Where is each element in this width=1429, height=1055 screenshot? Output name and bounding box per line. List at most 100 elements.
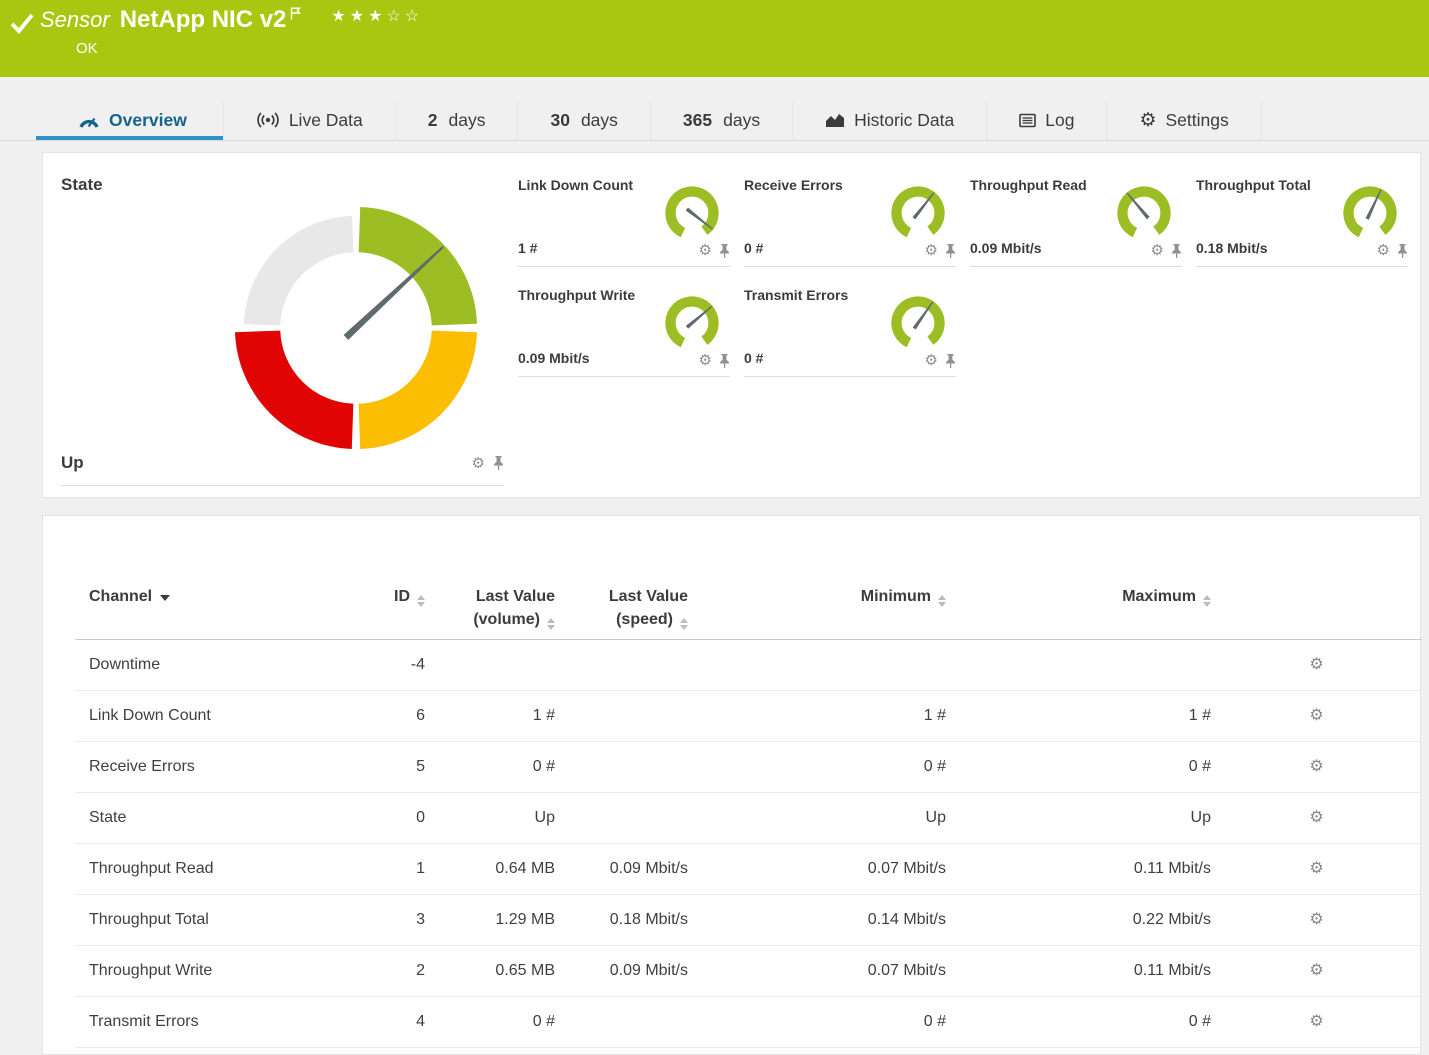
channel-id: 4 bbox=[365, 997, 425, 1048]
gear-icon[interactable]: ⚙ bbox=[1377, 243, 1390, 258]
minimum-value: 1 # bbox=[688, 691, 946, 742]
channel-settings-gear-icon[interactable]: ⚙ bbox=[1309, 707, 1323, 724]
gear-icon[interactable]: ⚙ bbox=[472, 456, 485, 471]
minimum-value bbox=[688, 640, 946, 691]
gauge-icon bbox=[78, 113, 100, 128]
last-value-volume: 0 # bbox=[425, 742, 555, 793]
sort-toggle-icon[interactable] bbox=[417, 595, 425, 607]
channel-settings-gear-icon[interactable]: ⚙ bbox=[1309, 809, 1323, 826]
table-row: Downtime -4 ⚙ bbox=[75, 640, 1422, 691]
minimum-value: 0 # bbox=[688, 997, 946, 1048]
channel-name: Throughput Write bbox=[75, 946, 365, 997]
col-header-last-value-volume[interactable]: Last Value(volume) bbox=[425, 571, 555, 640]
channel-settings-gear-icon[interactable]: ⚙ bbox=[1309, 758, 1323, 775]
last-value-volume bbox=[425, 640, 555, 691]
tab-historic-data[interactable]: Historic Data bbox=[793, 100, 987, 140]
gear-icon[interactable]: ⚙ bbox=[925, 243, 938, 258]
mini-gauge-dial bbox=[886, 295, 950, 353]
pin-icon[interactable] bbox=[945, 244, 956, 258]
gauge-value: 0.09 Mbit/s bbox=[518, 350, 590, 366]
channel-name: Receive Errors bbox=[75, 742, 365, 793]
last-value-speed bbox=[555, 691, 688, 742]
channel-settings-gear-icon[interactable]: ⚙ bbox=[1309, 1013, 1323, 1030]
channel-settings-gear-icon[interactable]: ⚙ bbox=[1309, 860, 1323, 877]
maximum-value: 0 # bbox=[946, 742, 1211, 793]
channel-settings-gear-icon[interactable]: ⚙ bbox=[1309, 962, 1323, 979]
sort-desc-icon bbox=[160, 595, 170, 601]
sort-toggle-icon[interactable] bbox=[547, 618, 555, 630]
status-badge: OK bbox=[76, 40, 423, 57]
col-header-id[interactable]: ID bbox=[365, 571, 425, 640]
gear-icon[interactable]: ⚙ bbox=[925, 353, 938, 368]
sort-toggle-icon[interactable] bbox=[1203, 595, 1211, 607]
gear-icon[interactable]: ⚙ bbox=[699, 243, 712, 258]
stars-filled-icon[interactable]: ★★★ bbox=[331, 8, 386, 25]
maximum-value: 0.22 Mbit/s bbox=[946, 895, 1211, 946]
last-value-speed bbox=[555, 997, 688, 1048]
pin-icon[interactable] bbox=[1397, 244, 1408, 258]
channel-id: 5 bbox=[365, 742, 425, 793]
tab-30-days[interactable]: 30days bbox=[518, 100, 650, 140]
col-header-settings bbox=[1211, 571, 1422, 640]
channel-table: Channel ID Last Value(volume) Last Value… bbox=[75, 571, 1422, 1048]
gauge-value: 1 # bbox=[518, 240, 537, 256]
last-value-speed bbox=[555, 640, 688, 691]
tab-365-days[interactable]: 365days bbox=[651, 100, 793, 140]
channel-settings-gear-icon[interactable]: ⚙ bbox=[1309, 911, 1323, 928]
prtg-sensor-page: Sensor NetApp NIC v2 ★★★☆☆ OK Overview bbox=[0, 0, 1429, 1055]
pin-icon[interactable] bbox=[1171, 244, 1182, 258]
area-chart-icon bbox=[825, 113, 845, 128]
channel-id: 0 bbox=[365, 793, 425, 844]
pin-icon[interactable] bbox=[719, 244, 730, 258]
last-value-speed bbox=[555, 742, 688, 793]
col-header-channel[interactable]: Channel bbox=[75, 571, 365, 640]
last-value-speed: 0.09 Mbit/s bbox=[555, 844, 688, 895]
tab-2-days[interactable]: 2days bbox=[396, 100, 519, 140]
maximum-value: Up bbox=[946, 793, 1211, 844]
mini-gauge-dial bbox=[1112, 185, 1176, 243]
log-list-icon bbox=[1019, 113, 1036, 128]
pin-icon[interactable] bbox=[945, 354, 956, 368]
channel-table-panel: Channel ID Last Value(volume) Last Value… bbox=[42, 515, 1421, 1055]
mini-gauge-grid: Link Down Count 1 # ⚙ Receive Errors 0 # bbox=[518, 175, 1408, 377]
mini-gauge-dial bbox=[886, 185, 950, 243]
last-value-volume: 1.29 MB bbox=[425, 895, 555, 946]
channel-id: 2 bbox=[365, 946, 425, 997]
table-row: Throughput Total 3 1.29 MB 0.18 Mbit/s 0… bbox=[75, 895, 1422, 946]
gear-icon: ⚙ bbox=[1139, 111, 1156, 130]
gauge-value: 0.09 Mbit/s bbox=[970, 240, 1042, 256]
state-panel: State Up ⚙ bbox=[42, 152, 1421, 498]
table-row: Throughput Write 2 0.65 MB 0.09 Mbit/s 0… bbox=[75, 946, 1422, 997]
state-gauge-value: Up bbox=[61, 453, 84, 473]
table-row: Throughput Read 1 0.64 MB 0.09 Mbit/s 0.… bbox=[75, 844, 1422, 895]
pin-icon[interactable] bbox=[719, 354, 730, 368]
col-header-minimum[interactable]: Minimum bbox=[688, 571, 946, 640]
col-header-last-value-speed[interactable]: Last Value(speed) bbox=[555, 571, 688, 640]
mini-gauge-dial bbox=[1338, 185, 1402, 243]
sort-toggle-icon[interactable] bbox=[938, 595, 946, 607]
state-gauge-dial bbox=[231, 203, 481, 453]
tab-log[interactable]: Log bbox=[987, 100, 1107, 140]
priority-flag-icon[interactable] bbox=[290, 6, 301, 25]
channel-settings-gear-icon[interactable]: ⚙ bbox=[1309, 656, 1323, 673]
pin-icon[interactable] bbox=[493, 456, 504, 470]
tab-live-data[interactable]: Live Data bbox=[224, 100, 396, 140]
empty-cell bbox=[1196, 285, 1408, 377]
gear-icon[interactable]: ⚙ bbox=[1151, 243, 1164, 258]
tab-overview[interactable]: Overview bbox=[36, 100, 224, 140]
priority-stars[interactable]: ★★★☆☆ bbox=[331, 7, 423, 26]
minimum-value: Up bbox=[688, 793, 946, 844]
channel-name: Throughput Read bbox=[75, 844, 365, 895]
state-gauge-title: State bbox=[61, 175, 103, 195]
maximum-value: 1 # bbox=[946, 691, 1211, 742]
channel-name: Link Down Count bbox=[75, 691, 365, 742]
sort-toggle-icon[interactable] bbox=[680, 618, 688, 630]
mini-gauge-throughput-write: Throughput Write 0.09 Mbit/s ⚙ bbox=[518, 285, 730, 377]
gear-icon[interactable]: ⚙ bbox=[699, 353, 712, 368]
stars-empty-icon[interactable]: ☆☆ bbox=[386, 8, 423, 25]
col-header-maximum[interactable]: Maximum bbox=[946, 571, 1211, 640]
empty-cell bbox=[970, 285, 1182, 377]
maximum-value bbox=[946, 640, 1211, 691]
minimum-value: 0.14 Mbit/s bbox=[688, 895, 946, 946]
tab-settings[interactable]: ⚙ Settings bbox=[1107, 100, 1261, 140]
